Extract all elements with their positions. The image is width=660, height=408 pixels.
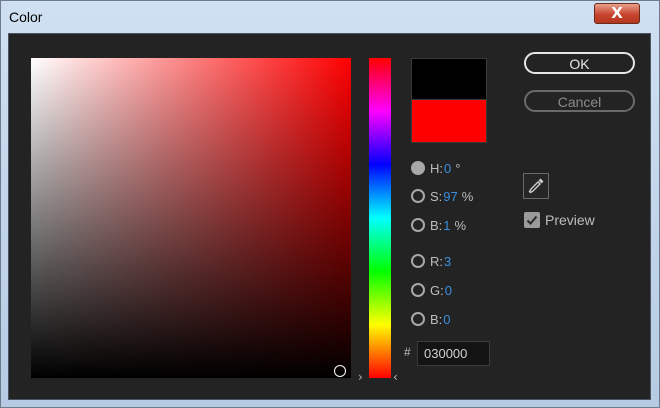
- hex-prefix: #: [404, 345, 411, 359]
- preview-label: Preview: [545, 212, 595, 228]
- original-color-swatch: [411, 58, 487, 100]
- eyedropper-icon: [528, 178, 544, 194]
- hue-value[interactable]: 0: [444, 161, 451, 176]
- brightness-unit: %: [454, 217, 467, 233]
- saturation-unit: %: [461, 188, 474, 204]
- red-field[interactable]: R: 3: [411, 251, 455, 271]
- red-value[interactable]: 3: [444, 254, 451, 269]
- green-value[interactable]: 0: [445, 283, 452, 298]
- color-picker-marker[interactable]: [334, 365, 346, 377]
- blue-field[interactable]: B: 0: [411, 309, 455, 329]
- red-label: R:: [430, 253, 443, 269]
- brightness-radio[interactable]: [411, 218, 425, 232]
- hue-label: H:: [430, 160, 443, 176]
- hue-radio[interactable]: [411, 161, 425, 175]
- new-color-swatch: [411, 100, 487, 143]
- blue-label: B:: [430, 311, 443, 327]
- hex-input[interactable]: 030000: [417, 341, 490, 366]
- red-radio[interactable]: [411, 254, 425, 268]
- window-title: Color: [9, 9, 43, 25]
- saturation-label: S:: [430, 188, 443, 204]
- green-label: G:: [430, 282, 444, 298]
- saturation-brightness-field[interactable]: [31, 58, 351, 378]
- eyedropper-button[interactable]: [523, 173, 549, 199]
- blue-radio[interactable]: [411, 312, 425, 326]
- green-field[interactable]: G: 0: [411, 280, 456, 300]
- saturation-value[interactable]: 97: [443, 189, 457, 204]
- green-radio[interactable]: [411, 283, 425, 297]
- checkmark-icon: [526, 215, 538, 225]
- hue-slider-right-arrow[interactable]: ‹: [393, 370, 398, 384]
- close-button[interactable]: X: [594, 3, 640, 24]
- cancel-button[interactable]: Cancel: [524, 90, 635, 112]
- hue-slider[interactable]: [369, 58, 391, 378]
- blue-value[interactable]: 0: [443, 312, 450, 327]
- preview-checkbox[interactable]: [524, 212, 540, 228]
- saturation-field[interactable]: S: 97 %: [411, 186, 473, 206]
- preview-toggle[interactable]: Preview: [524, 210, 595, 230]
- hue-slider-left-arrow[interactable]: ›: [358, 370, 363, 384]
- saturation-radio[interactable]: [411, 189, 425, 203]
- hue-unit: °: [455, 160, 461, 176]
- ok-button[interactable]: OK: [524, 52, 635, 74]
- brightness-value[interactable]: 1: [443, 218, 450, 233]
- brightness-label: B:: [430, 217, 443, 233]
- hue-field[interactable]: H: 0 °: [411, 158, 460, 178]
- brightness-field[interactable]: B: 1 %: [411, 215, 466, 235]
